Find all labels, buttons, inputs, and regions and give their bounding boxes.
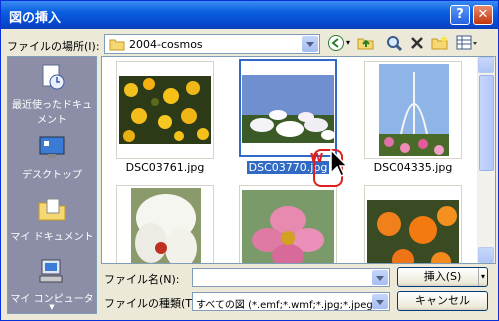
- chevron-down-icon[interactable]: [372, 270, 388, 285]
- scroll-down-icon[interactable]: [478, 247, 494, 263]
- mouse-pointer-icon: [330, 149, 349, 178]
- chevron-down-icon[interactable]: [302, 36, 318, 52]
- file-tile[interactable]: [116, 185, 214, 263]
- insert-dropdown-icon[interactable]: ▾: [477, 268, 485, 286]
- photo-thumbnail: [242, 75, 334, 143]
- file-tile[interactable]: [364, 185, 462, 263]
- new-folder-icon[interactable]: [431, 34, 449, 52]
- place-recent-documents[interactable]: 最近使ったドキュメント: [8, 63, 96, 126]
- places-bar: 最近使ったドキュメント デスクトップ マイ ドキュメント マイ コンピュータ ▼: [7, 56, 97, 314]
- file-list-scrollbar[interactable]: [477, 57, 495, 263]
- place-my-computer[interactable]: マイ コンピュータ: [8, 257, 96, 305]
- file-tile[interactable]: [116, 61, 214, 159]
- filename-label: ファイル名(N):: [104, 273, 180, 286]
- cancel-button[interactable]: キャンセル: [397, 291, 488, 311]
- back-dropdown-icon[interactable]: ▾: [346, 38, 350, 47]
- place-desktop[interactable]: デスクトップ: [8, 133, 96, 181]
- lookin-value: 2004-cosmos: [129, 38, 203, 51]
- lookin-label: ファイルの場所(I):: [7, 40, 100, 53]
- place-my-documents[interactable]: マイ ドキュメント: [8, 195, 96, 243]
- my-computer-icon: [39, 259, 63, 283]
- dialog-title: 図の挿入: [9, 11, 62, 26]
- cursor-badge: W: [310, 151, 324, 165]
- place-label: デスクトップ: [22, 170, 82, 181]
- desktop-icon: [39, 136, 65, 158]
- photo-thumbnail: [119, 76, 211, 144]
- scroll-up-icon[interactable]: [478, 57, 494, 73]
- insert-button[interactable]: 挿入(S) ▾: [397, 267, 488, 287]
- filename-input[interactable]: [192, 268, 390, 287]
- photo-thumbnail: [367, 200, 459, 263]
- recent-documents-icon: [42, 64, 65, 90]
- photo-thumbnail: [131, 188, 201, 263]
- insert-picture-dialog: 図の挿入 ? ✕ ファイルの場所(I): 2004-cosmos ▾ 最近使った…: [0, 0, 499, 321]
- close-button[interactable]: ✕: [473, 5, 493, 25]
- filetype-dropdown[interactable]: すべての図 (*.emf;*.wmf;*.jpg;*.jpeg;: [192, 292, 390, 311]
- back-icon[interactable]: [327, 34, 345, 52]
- scroll-thumb[interactable]: [479, 75, 494, 171]
- photo-thumbnail: [242, 190, 334, 263]
- help-button[interactable]: ?: [450, 5, 470, 25]
- file-list-view[interactable]: DSC03761.jpg DSC03770.jpg DSC04335.jpg: [101, 56, 496, 264]
- file-tile-selected[interactable]: [239, 59, 337, 157]
- photo-thumbnail: [379, 64, 449, 156]
- delete-icon[interactable]: [408, 34, 426, 52]
- lookin-dropdown[interactable]: 2004-cosmos: [104, 34, 320, 54]
- views-icon[interactable]: [456, 34, 478, 52]
- file-tile[interactable]: [364, 61, 462, 159]
- search-web-icon[interactable]: [385, 34, 403, 52]
- place-label: マイ ドキュメント: [10, 232, 94, 243]
- file-tile[interactable]: [239, 185, 337, 263]
- my-documents-icon: [38, 198, 66, 221]
- up-folder-icon[interactable]: [357, 34, 375, 52]
- file-name[interactable]: DSC03761.jpg: [110, 161, 220, 174]
- title-bar[interactable]: 図の挿入 ? ✕: [1, 1, 498, 29]
- folder-icon: [109, 39, 125, 51]
- places-scroll-down-icon[interactable]: ▼: [8, 303, 96, 311]
- place-label: 最近使ったドキュメント: [12, 100, 92, 126]
- file-name[interactable]: DSC04335.jpg: [358, 161, 468, 174]
- filetype-label: ファイルの種類(T):: [104, 297, 201, 310]
- chevron-down-icon[interactable]: [372, 294, 388, 309]
